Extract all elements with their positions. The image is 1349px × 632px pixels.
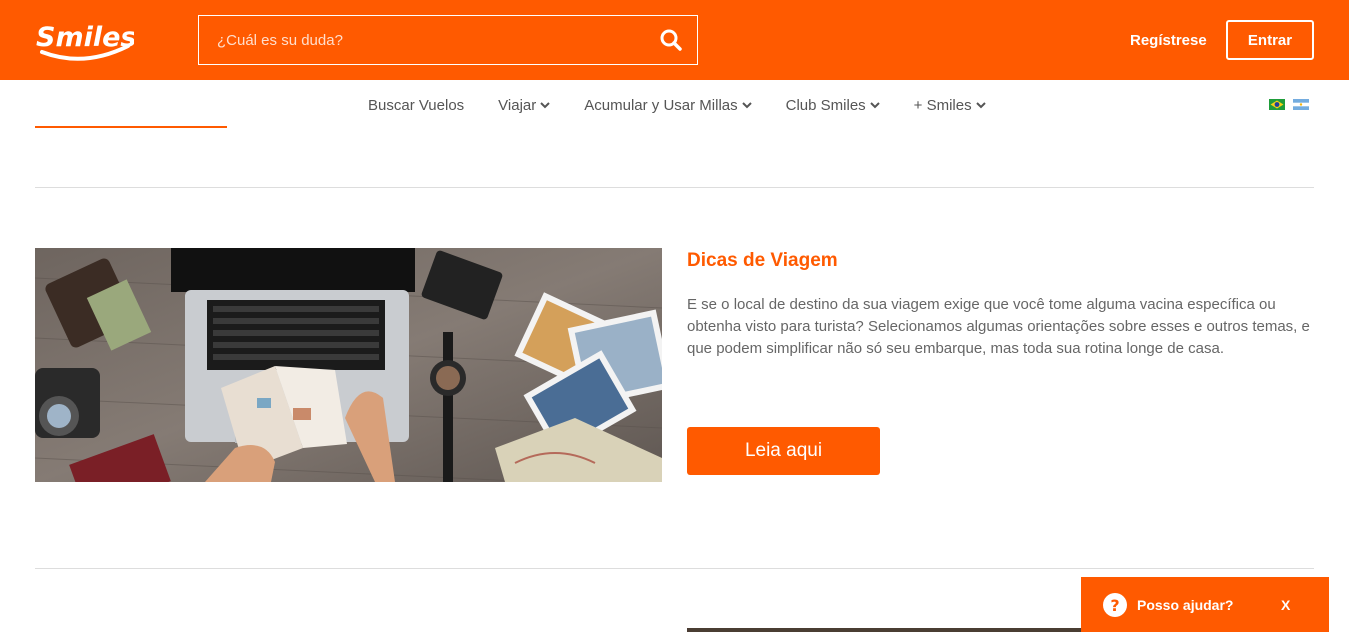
login-button[interactable]: Entrar bbox=[1226, 20, 1314, 60]
nav-item-label: Buscar Vuelos bbox=[368, 97, 465, 114]
article-image bbox=[35, 248, 662, 482]
top-header: Smiles Regístrese Entrar bbox=[0, 0, 1349, 80]
chevron-down-icon bbox=[975, 102, 986, 109]
chevron-down-icon bbox=[741, 102, 752, 109]
question-icon: ? bbox=[1103, 592, 1127, 617]
nav-item-label: + Smiles bbox=[913, 97, 972, 114]
nav-item-label: Acumular y Usar Millas bbox=[584, 97, 738, 114]
language-selector bbox=[1269, 99, 1309, 110]
article-title: Dicas de Viagem bbox=[687, 250, 838, 271]
nav-item-label: Club Smiles bbox=[785, 97, 866, 114]
read-more-button[interactable]: Leia aqui bbox=[687, 427, 880, 475]
help-label: Posso ajudar? bbox=[1137, 596, 1234, 613]
svg-text:?: ? bbox=[1110, 596, 1119, 615]
next-article-image bbox=[687, 628, 1107, 632]
nav-item-mas-smiles[interactable]: + Smiles bbox=[914, 97, 986, 114]
nav-item-viajar[interactable]: Viajar bbox=[498, 97, 550, 114]
smiles-logo[interactable]: Smiles bbox=[34, 16, 136, 64]
search-icon[interactable] bbox=[659, 28, 683, 52]
chevron-down-icon bbox=[869, 102, 880, 109]
article-body: E se o local de destino da sua viagem ex… bbox=[687, 296, 1310, 357]
active-tab-underline bbox=[35, 126, 227, 128]
register-link[interactable]: Regístrese bbox=[1130, 32, 1207, 49]
close-help-button[interactable]: X bbox=[1281, 597, 1290, 613]
nav-item-label: Viajar bbox=[498, 97, 537, 114]
search-box bbox=[198, 15, 698, 65]
search-input[interactable] bbox=[199, 16, 659, 64]
nav-item-buscar-vuelos[interactable]: Buscar Vuelos bbox=[368, 97, 464, 114]
brazil-flag-icon[interactable] bbox=[1269, 99, 1285, 110]
chevron-down-icon bbox=[540, 102, 550, 109]
argentina-flag-icon[interactable] bbox=[1293, 99, 1309, 110]
divider bbox=[35, 568, 1314, 569]
main-nav: Buscar Vuelos Viajar Acumular y Usar Mil… bbox=[0, 80, 1349, 130]
nav-item-acumular-usar-millas[interactable]: Acumular y Usar Millas bbox=[584, 97, 752, 114]
help-widget[interactable]: ? Posso ajudar? X bbox=[1081, 577, 1329, 632]
divider bbox=[35, 187, 1314, 188]
nav-item-club-smiles[interactable]: Club Smiles bbox=[786, 97, 880, 114]
